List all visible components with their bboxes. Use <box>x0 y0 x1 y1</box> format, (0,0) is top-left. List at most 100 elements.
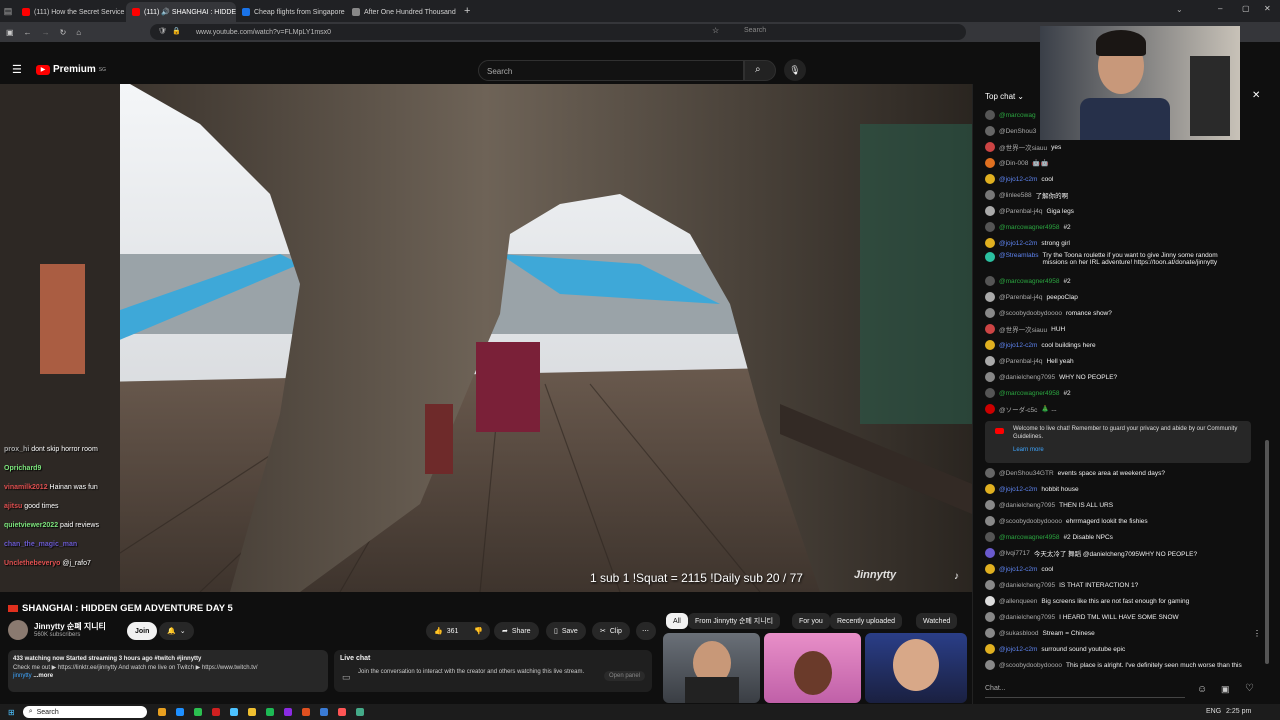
taskbar-app-icon[interactable] <box>337 708 346 716</box>
clip-button[interactable]: ✂ Clip <box>592 622 630 640</box>
windows-start-icon[interactable]: ⊞ <box>8 708 15 717</box>
sidebar-icon[interactable]: ▣ <box>6 28 14 37</box>
chat-message[interactable]: @Streamlabs Try the Toona roulette if you… <box>985 252 1238 274</box>
chat-avatar[interactable] <box>985 580 995 590</box>
chat-avatar[interactable] <box>985 564 995 574</box>
chat-avatar[interactable] <box>985 612 995 622</box>
browser-tab[interactable]: (111) How the Secret Service A✕ <box>16 2 126 22</box>
chat-avatar[interactable] <box>985 548 995 558</box>
browser-tab[interactable]: Cheap flights from Singapore t✕ <box>236 2 346 22</box>
related-thumbnail-2[interactable] <box>764 633 861 703</box>
chat-input[interactable]: Chat... <box>985 682 1185 698</box>
related-thumbnail-3[interactable] <box>865 633 967 703</box>
chat-message[interactable]: @DenShou34GTR events space area at weeken… <box>985 466 1165 480</box>
chat-avatar[interactable] <box>985 516 995 526</box>
chat-avatar[interactable] <box>985 206 995 216</box>
share-button[interactable]: ➦ Share <box>494 622 539 640</box>
youtube-search-input[interactable]: Search <box>478 60 744 81</box>
close-chat-button[interactable]: ✕ <box>1252 90 1260 101</box>
chat-message[interactable]: @marcowag <box>985 108 1040 122</box>
chat-message[interactable]: @世界一次siauu yes <box>985 140 1061 154</box>
chat-message[interactable]: @jojo12-c2m cool <box>985 172 1053 186</box>
home-icon[interactable]: ⌂ <box>76 28 81 37</box>
emoji-icon[interactable]: ☺ <box>1197 684 1207 695</box>
chat-message[interactable]: @scoobydoobydoooo ehrrmagerd lookit the f… <box>985 514 1148 528</box>
save-button[interactable]: ▯ Save <box>546 622 586 640</box>
video-player[interactable]: prox_hi dont skip horror room Oprichard9 … <box>0 84 972 592</box>
notifications-button[interactable]: 🔔 ⌄ <box>159 622 194 640</box>
taskbar-app-icon[interactable] <box>355 708 364 716</box>
chat-avatar[interactable] <box>985 190 995 200</box>
show-more-link[interactable]: ...more <box>33 673 53 679</box>
taskbar-app-icon[interactable] <box>265 708 274 716</box>
chat-avatar[interactable] <box>985 238 995 248</box>
chat-avatar[interactable] <box>985 484 995 494</box>
close-window-button[interactable]: ✕ <box>1264 4 1271 13</box>
chat-message[interactable]: @danielcheng7095 IS THAT INTERACTION 1? <box>985 578 1138 592</box>
chat-message[interactable]: @世界一次siauu HUH <box>985 322 1065 336</box>
chat-message[interactable]: @marcowagner4958 #2 <box>985 220 1071 234</box>
channel-name[interactable]: Jinnytty 순폐 지니티 <box>34 621 106 632</box>
menu-icon[interactable]: ☰ <box>12 63 22 76</box>
taskbar-app-icon[interactable] <box>247 708 256 716</box>
chat-avatar[interactable] <box>985 532 995 542</box>
related-thumbnail-1[interactable] <box>663 633 760 703</box>
browser-tab[interactable]: (111) 🔊 SHANGHAI : HIDDE✕ <box>126 2 236 22</box>
chat-message[interactable]: @danielcheng7095 THEN IS ALL URS <box>985 498 1113 512</box>
chat-avatar[interactable] <box>985 158 995 168</box>
language-indicator[interactable]: ENG <box>1206 708 1221 715</box>
chat-message[interactable]: @jojo12-c2m strong girl <box>985 236 1070 250</box>
chat-message[interactable]: @DenShou3 <box>985 124 1040 138</box>
chat-message[interactable]: @Din-008 🤖🤖 <box>985 156 1049 170</box>
shop-icon[interactable]: ▣ <box>1221 684 1230 695</box>
chat-avatar[interactable] <box>985 388 995 398</box>
chat-avatar[interactable] <box>985 468 995 478</box>
forward-icon[interactable]: → <box>42 28 50 37</box>
chat-avatar[interactable] <box>985 372 995 382</box>
chat-message[interactable]: @scoobydoobydoooo This place is alright. … <box>985 658 1242 672</box>
chat-avatar[interactable] <box>985 356 995 366</box>
chat-message[interactable]: @jojo12-c2m cool buildings here <box>985 338 1096 352</box>
chat-message[interactable]: @allenqueen Big screens like this are not… <box>985 594 1189 608</box>
taskbar-app-icon[interactable] <box>157 708 166 716</box>
chat-avatar[interactable] <box>985 404 995 414</box>
chat-mode-selector[interactable]: Top chat ⌄ <box>985 92 1024 101</box>
tab-search-icon[interactable]: ⌄ <box>1176 5 1183 14</box>
chat-message[interactable]: @jojo12-c2m cool <box>985 562 1053 576</box>
filter-chip[interactable]: Recently uploaded <box>830 613 902 629</box>
open-panel-button[interactable]: Open panel <box>604 671 646 681</box>
youtube-logo[interactable]: ▶ Premium SG <box>36 64 106 75</box>
chat-message[interactable]: @Parenbal-j4q Giga legs <box>985 204 1074 218</box>
voice-search-button[interactable]: 🎙 <box>784 59 806 81</box>
like-button[interactable]: 👍 361 <box>426 622 466 640</box>
channel-avatar[interactable] <box>8 620 28 640</box>
chat-avatar[interactable] <box>985 644 995 654</box>
learn-more-link[interactable]: Learn more <box>1013 447 1044 453</box>
chat-avatar[interactable] <box>985 142 995 152</box>
bookmark-icon[interactable]: ☆ <box>712 26 719 35</box>
chat-message[interactable]: @marcowagner4958 #2 <box>985 274 1071 288</box>
chat-avatar[interactable] <box>985 628 995 638</box>
filter-chip[interactable]: For you <box>792 613 830 629</box>
youtube-search-button[interactable]: ⌕ <box>744 60 776 81</box>
taskbar-app-icon[interactable] <box>283 708 292 716</box>
taskbar-app-icon[interactable] <box>301 708 310 716</box>
chat-scrollbar[interactable] <box>1265 440 1269 664</box>
chat-avatar[interactable] <box>985 174 995 184</box>
chat-avatar[interactable] <box>985 596 995 606</box>
join-button[interactable]: Join <box>127 622 158 640</box>
chat-message[interactable]: @lvqi7717 今天太冷了 舞蹈 @danielcheng7095WHY NO… <box>985 546 1197 560</box>
more-actions-button[interactable]: ⋯ <box>636 622 656 640</box>
maximize-button[interactable]: ▢ <box>1242 4 1250 13</box>
chat-avatar[interactable] <box>985 340 995 350</box>
chat-avatar[interactable] <box>985 660 995 670</box>
chat-message[interactable]: @Parenbal-j4q peepoClap <box>985 290 1078 304</box>
chat-message[interactable]: @jojo12-c2m surround sound youtube epic <box>985 642 1125 656</box>
taskbar-app-icon[interactable] <box>229 708 238 716</box>
dislike-button[interactable]: 👎 <box>466 622 490 640</box>
message-menu-icon[interactable]: ⋮ <box>1253 629 1261 638</box>
taskbar-app-icon[interactable] <box>193 708 202 716</box>
chat-avatar[interactable] <box>985 324 995 334</box>
chat-message[interactable]: @Parenbal-j4q Hell yeah <box>985 354 1074 368</box>
chat-avatar[interactable] <box>985 110 995 120</box>
